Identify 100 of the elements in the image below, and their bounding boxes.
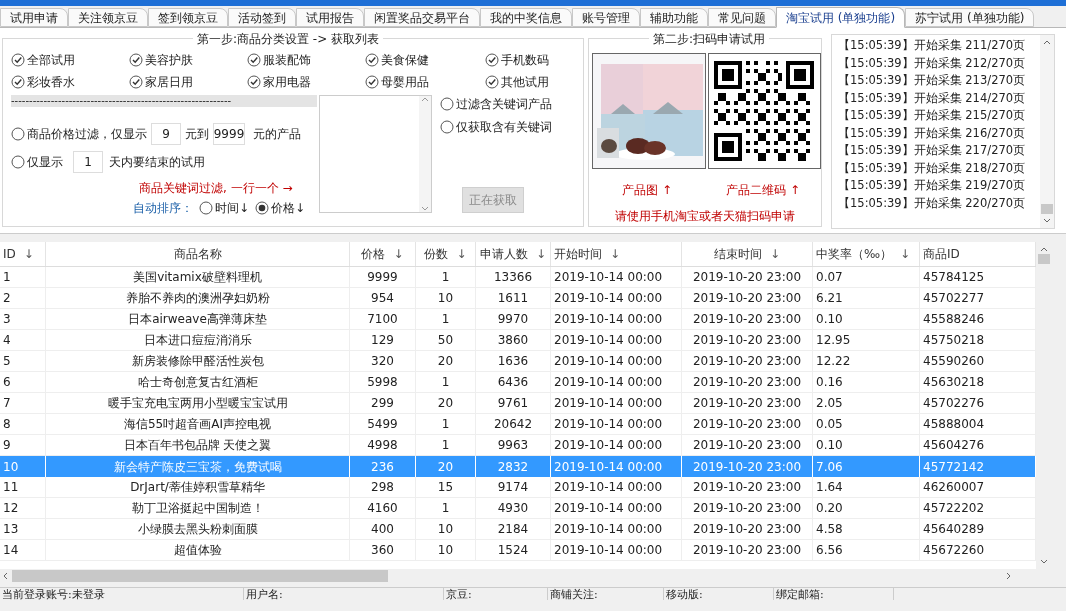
tab[interactable]: 淘宝试用 (单独功能) xyxy=(776,7,906,28)
scroll-up-icon[interactable] xyxy=(421,96,429,102)
radio-button[interactable] xyxy=(199,201,213,215)
scroll-thumb[interactable] xyxy=(12,570,388,582)
scroll-thumb[interactable] xyxy=(1038,254,1050,264)
column-header[interactable]: 中奖率（‰） ↓ xyxy=(813,242,920,266)
table-cell: 4930 xyxy=(476,498,551,518)
column-header[interactable]: ID ↓ xyxy=(0,242,46,266)
checkbox[interactable] xyxy=(129,53,143,67)
table-row[interactable]: 8 海信55吋超音画AI声控电视 5499 1 20642 2019-10-14 00:00 2019-10-20 23:00 0.05 45888004 xyxy=(0,414,1036,435)
tab[interactable]: 闲置奖品交易平台 xyxy=(364,8,480,27)
scroll-down-icon[interactable] xyxy=(1040,559,1048,565)
table-row[interactable]: 12 勒丁卫浴挺起中国制造！ 4160 1 4930 2019-10-14 00:00 2019-10-20 23:00 0.20 45722202 xyxy=(0,498,1036,519)
checkbox[interactable] xyxy=(247,75,261,89)
option-label: 手机数码 xyxy=(501,52,549,69)
column-header[interactable]: 商品名称 xyxy=(46,242,350,266)
keyword-hint: 商品关键词过滤, 一行一个 → xyxy=(139,180,294,197)
option-label: 过滤含关键词产品 xyxy=(456,96,552,113)
table-cell: 2019-10-14 00:00 xyxy=(551,267,682,287)
tab[interactable]: 关注领京豆 xyxy=(68,8,148,27)
checkbox[interactable] xyxy=(485,75,499,89)
radio-button[interactable] xyxy=(11,127,25,141)
instruction-text: 请使用手机淘宝或者天猫扫码申请 xyxy=(614,208,796,225)
table-row[interactable]: 11 DrJart/蒂佳婷积雪草精华 298 15 9174 2019-10-14 00:00 2019-10-20 23:00 1.64 46260007 xyxy=(0,477,1036,498)
table-row[interactable]: 7 暖手宝充电宝两用小型暖宝宝试用 299 20 9761 2019-10-14 00:00 2019-10-20 23:00 2.05 45702276 xyxy=(0,393,1036,414)
table-row[interactable]: 1 美国vitamix破壁料理机 9999 1 13366 2019-10-14 00:00 2019-10-20 23:00 0.07 45784125 xyxy=(0,267,1036,288)
table-cell: 9761 xyxy=(476,393,551,413)
table-cell: 小绿膜去黑头粉刺面膜 xyxy=(46,519,350,539)
table-cell: 14 xyxy=(0,540,46,560)
table-cell: 3 xyxy=(0,309,46,329)
radio-button[interactable] xyxy=(440,120,454,134)
radio-button[interactable] xyxy=(440,97,454,111)
option-label: 美容护肤 xyxy=(145,52,193,69)
column-header[interactable]: 价格 ↓ xyxy=(350,242,416,266)
table-cell: 2 xyxy=(0,288,46,308)
checkbox[interactable] xyxy=(247,53,261,67)
table-row[interactable]: 6 哈士奇创意复古红酒柜 5998 1 6436 2019-10-14 00:00 2019-10-20 23:00 0.16 45630218 xyxy=(0,372,1036,393)
tab[interactable]: 签到领京豆 xyxy=(148,8,228,27)
tab[interactable]: 辅助功能 xyxy=(640,8,708,27)
table-cell: 9963 xyxy=(476,435,551,455)
table-cell: 20 xyxy=(416,351,476,371)
table-cell: 1 xyxy=(416,267,476,287)
scroll-down-icon[interactable] xyxy=(421,206,429,212)
table-cell: 12.22 xyxy=(813,351,920,371)
table-cell: 美国vitamix破壁料理机 xyxy=(46,267,350,287)
table-cell: 新房装修除甲醛活性炭包 xyxy=(46,351,350,371)
column-header[interactable]: 申请人数 ↓ xyxy=(476,242,551,266)
column-header[interactable]: 份数 ↓ xyxy=(416,242,476,266)
tab[interactable]: 常见问题 xyxy=(708,8,776,27)
checkbox[interactable] xyxy=(365,75,379,89)
tab[interactable]: 账号管理 xyxy=(572,8,640,27)
table-cell: 50 xyxy=(416,330,476,350)
column-header[interactable]: 结束时间 ↓ xyxy=(682,242,813,266)
scroll-thumb[interactable] xyxy=(1041,204,1053,214)
table-cell: 勒丁卫浴挺起中国制造！ xyxy=(46,498,350,518)
tab[interactable]: 试用申请 xyxy=(0,8,68,27)
tab[interactable]: 苏宁试用 (单独功能) xyxy=(905,8,1035,27)
column-header[interactable]: 开始时间 ↓ xyxy=(551,242,682,266)
table-row[interactable]: 2 养胎不养肉的澳洲孕妇奶粉 954 10 1611 2019-10-14 00:00 2019-10-20 23:00 6.21 45702277 xyxy=(0,288,1036,309)
input-field[interactable]: 1 xyxy=(73,151,103,173)
table-cell: 12.95 xyxy=(813,330,920,350)
table-row[interactable]: 14 超值体验 360 10 1524 2019-10-14 00:00 2019-10-20 23:00 6.56 45672260 xyxy=(0,540,1036,561)
scrollbar[interactable] xyxy=(1040,35,1054,228)
checkbox[interactable] xyxy=(129,75,143,89)
input-field[interactable]: 9 xyxy=(151,123,181,145)
checkbox[interactable] xyxy=(11,75,25,89)
log-entry: 【15:05:39】开始采集 215/270页 xyxy=(838,107,1026,124)
table-cell: 暖手宝充电宝两用小型暖宝宝试用 xyxy=(46,393,350,413)
option-label: 彩妆香水 xyxy=(27,74,75,91)
table-row[interactable]: 3 日本airweave高弹薄床垫 7100 1 9970 2019-10-14 00:00 2019-10-20 23:00 0.10 45588246 xyxy=(0,309,1036,330)
checkbox[interactable] xyxy=(485,53,499,67)
table-cell: 1636 xyxy=(476,351,551,371)
radio-button[interactable] xyxy=(11,155,25,169)
tab[interactable]: 我的中奖信息 xyxy=(480,8,572,27)
option-label: 家居日用 xyxy=(145,74,193,91)
table-cell: 1 xyxy=(416,498,476,518)
status-text: 当前登录账号:未登录 xyxy=(0,588,244,600)
option-label: 美食保健 xyxy=(381,52,429,69)
table-cell: 日本进口痘痘消消乐 xyxy=(46,330,350,350)
option-label: 其他试用 xyxy=(501,74,549,91)
scroll-up-icon[interactable] xyxy=(1040,246,1048,252)
tab[interactable]: 试用报告 xyxy=(296,8,364,27)
log-entry: 【15:05:39】开始采集 213/270页 xyxy=(838,72,1026,89)
radio-button[interactable] xyxy=(255,201,270,215)
table-cell: 4160 xyxy=(350,498,416,518)
checkbox[interactable] xyxy=(365,53,379,67)
scrollbar[interactable] xyxy=(419,96,431,212)
table-row[interactable]: 13 小绿膜去黑头粉刺面膜 400 10 2184 2019-10-14 00:00 2019-10-20 23:00 4.58 45640289 xyxy=(0,519,1036,540)
tab[interactable]: 活动签到 xyxy=(228,8,296,27)
table-cell: 12 xyxy=(0,498,46,518)
scroll-up-icon[interactable] xyxy=(1043,39,1051,45)
table-cell: 10 xyxy=(416,519,476,539)
table-row[interactable]: 4 日本进口痘痘消消乐 129 50 3860 2019-10-14 00:00 2019-10-20 23:00 12.95 45750218 xyxy=(0,330,1036,351)
checkbox[interactable] xyxy=(11,53,25,67)
table-row[interactable]: 9 日本百年书包品牌 天使之翼 4998 1 9963 2019-10-14 00:00 2019-10-20 23:00 0.10 45604276 xyxy=(0,435,1036,456)
input-field[interactable]: 9999 xyxy=(213,123,245,145)
table-row[interactable]: 5 新房装修除甲醛活性炭包 320 20 1636 2019-10-14 00:00 2019-10-20 23:00 12.22 45590260 xyxy=(0,351,1036,372)
table-cell: 20642 xyxy=(476,414,551,434)
scroll-down-icon[interactable] xyxy=(1043,218,1051,224)
group-title: 第二步:扫码申请试用 xyxy=(649,30,770,48)
